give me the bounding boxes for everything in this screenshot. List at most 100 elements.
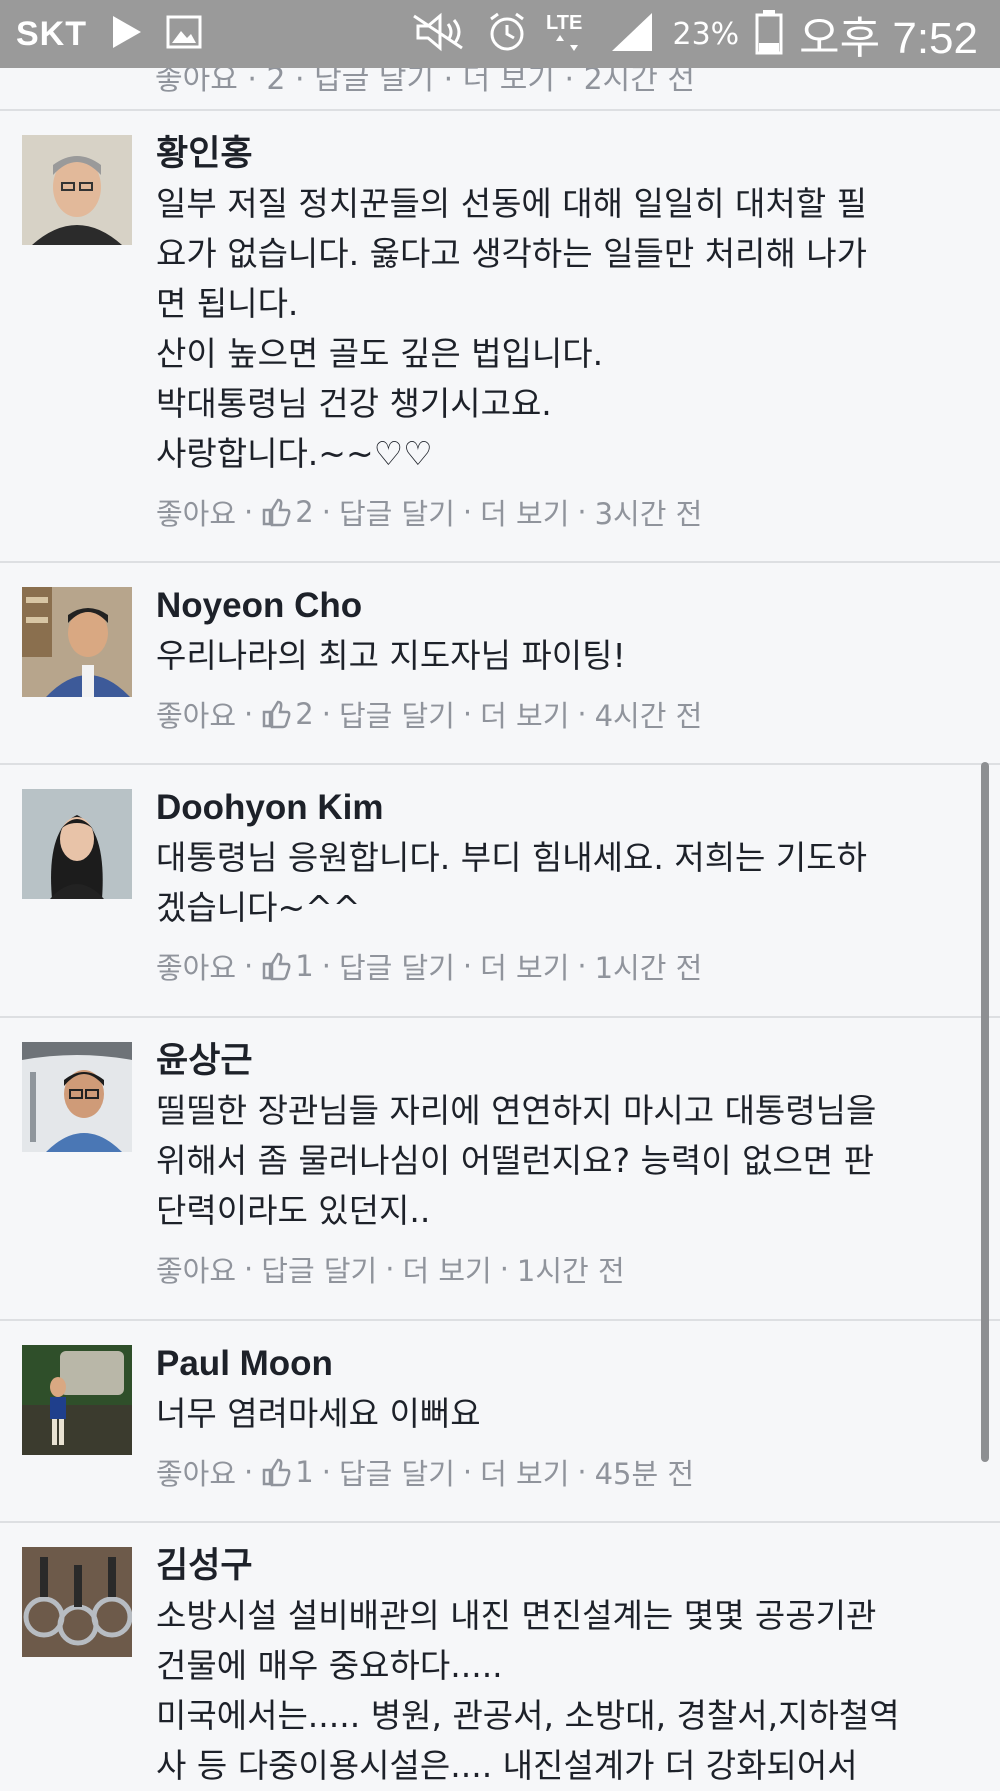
battery-percent: 23% xyxy=(672,16,740,52)
battery-icon xyxy=(755,9,783,59)
separator: · xyxy=(321,1455,331,1489)
like-count[interactable]: 2 xyxy=(261,697,314,731)
comment-text: 소방시설 설비배관의 내진 면진설계는 몇몇 공공기관 건물에 매우 중요하다.… xyxy=(156,1591,976,1791)
scrollbar[interactable] xyxy=(981,762,989,1462)
comment-text-line: 미국에서는..... 병원, 관공서, 소방대, 경찰서,지하철역 xyxy=(156,1696,900,1735)
comment-time[interactable]: 1시간 전 xyxy=(595,945,703,987)
comment-text: 일부 저질 정치꾼들의 선동에 대해 일일히 대처할 필 요가 없습니다. 옳다… xyxy=(156,179,976,479)
comment-text-line: 겠습니다~^^ xyxy=(156,888,361,927)
separator: · xyxy=(462,697,473,731)
like-button[interactable]: 좋아요 xyxy=(156,491,236,533)
lte-icon: LTE xyxy=(544,9,594,59)
clock: 오후 7:52 xyxy=(799,14,978,63)
comment-text-line: 사랑합니다.~~♡♡ xyxy=(156,434,433,473)
like-count[interactable]: 2 xyxy=(261,495,314,529)
comment-item: 윤상근 띨띨한 장관님들 자리에 연연하지 마시고 대통령님을 위해서 좀 물러… xyxy=(0,1018,1000,1321)
comment-time[interactable]: 3시간 전 xyxy=(595,491,703,533)
more-button[interactable]: 더 보기 xyxy=(480,491,569,533)
comment-author[interactable]: 윤상근 xyxy=(156,1036,976,1086)
status-bar: SKT LTE 23% 오후 7:52 xyxy=(0,0,1000,68)
like-count[interactable]: 1 xyxy=(261,1455,314,1489)
like-button[interactable]: 좋아요 xyxy=(156,693,236,735)
reply-button[interactable]: 답글 달기 xyxy=(339,693,455,735)
signal-icon xyxy=(610,11,656,57)
comment-item: Noyeon Cho 우리나라의 최고 지도자님 파이팅! 좋아요 · 2 · 답글… xyxy=(0,563,1000,765)
reply-button[interactable]: 답글 달기 xyxy=(261,1248,377,1290)
like-count-value: 1 xyxy=(295,1455,314,1489)
separator: · xyxy=(244,495,254,529)
comment-text: 너무 염려마세요 이뻐요 xyxy=(156,1389,976,1439)
like-button[interactable]: 좋아요 xyxy=(156,1451,236,1493)
comment-time[interactable]: 45분 전 xyxy=(595,1451,694,1493)
comment-actions: 좋아요 · 1 · 답글 달기 · 더 보기 · 45분 전 xyxy=(156,1451,976,1493)
thumbs-up-icon xyxy=(263,1458,291,1487)
comment-author[interactable]: 황인홍 xyxy=(156,129,976,179)
comment-item: 김성구 소방시설 설비배관의 내진 면진설계는 몇몇 공공기관 건물에 매우 중… xyxy=(0,1523,1000,1785)
avatar[interactable] xyxy=(22,1345,132,1455)
comment-text: 우리나라의 최고 지도자님 파이팅! xyxy=(156,631,976,681)
comment-item: Doohyon Kim 대통령님 응원합니다. 부디 힘내세요. 저희는 기도하… xyxy=(0,765,1000,1018)
separator: · xyxy=(462,1455,473,1489)
thumbs-up-icon xyxy=(263,952,291,981)
separator: · xyxy=(462,495,473,529)
comment-author[interactable]: Noyeon Cho xyxy=(156,581,976,631)
network-label: LTE xyxy=(546,12,582,34)
comment-text: 띨띨한 장관님들 자리에 연연하지 마시고 대통령님을 위해서 좀 물러나심이 … xyxy=(156,1086,976,1236)
separator: · xyxy=(244,697,254,731)
comment-author[interactable]: Doohyon Kim xyxy=(156,783,976,833)
comment-text-line: 대통령님 응원합니다. 부디 힘내세요. 저희는 기도하 xyxy=(156,838,867,877)
comment-text-line: 건물에 매우 중요하다..... xyxy=(156,1646,503,1685)
separator: · xyxy=(462,949,473,983)
separator: · xyxy=(321,949,331,983)
mute-icon xyxy=(410,12,470,56)
separator: · xyxy=(577,495,587,529)
comment-text-line: 단력이라도 있던지.. xyxy=(156,1191,431,1230)
comment-item: Paul Moon 너무 염려마세요 이뻐요 좋아요 · 1 · 답글 달기 · 더 … xyxy=(0,1321,1000,1523)
comment-actions: 좋아요 · 2 · 답글 달기 · 더 보기 · 4시간 전 xyxy=(156,693,976,735)
comment-actions: 좋아요 · 답글 달기 · 더 보기 · 1시간 전 xyxy=(156,1248,976,1290)
comment-text-line: 요가 없습니다. 옳다고 생각하는 일들만 처리해 나가 xyxy=(156,234,867,273)
comment-time[interactable]: 1시간 전 xyxy=(517,1248,625,1290)
comment-text: 대통령님 응원합니다. 부디 힘내세요. 저희는 기도하 겠습니다~^^ xyxy=(156,833,976,933)
like-button[interactable]: 좋아요 xyxy=(156,945,236,987)
separator: · xyxy=(385,1252,395,1286)
more-button[interactable]: 더 보기 xyxy=(480,945,569,987)
comment-text-line: 너무 염려마세요 이뻐요 xyxy=(156,1394,481,1433)
comment-author[interactable]: Paul Moon xyxy=(156,1339,976,1389)
reply-button[interactable]: 답글 달기 xyxy=(339,491,455,533)
separator: · xyxy=(244,1252,254,1286)
avatar[interactable] xyxy=(22,135,132,245)
comment-text-line: 면 됩니다. xyxy=(156,284,299,323)
separator: · xyxy=(321,697,331,731)
more-button[interactable]: 더 보기 xyxy=(480,1451,569,1493)
alarm-icon xyxy=(486,11,528,57)
comment-text-line: 박대통령님 건강 챙기시고요. xyxy=(156,384,552,423)
avatar[interactable] xyxy=(22,587,132,697)
reply-button[interactable]: 답글 달기 xyxy=(339,945,455,987)
like-button[interactable]: 좋아요 xyxy=(156,1248,236,1290)
more-button[interactable]: 더 보기 xyxy=(402,1248,491,1290)
comment-time[interactable]: 4시간 전 xyxy=(595,693,703,735)
like-count[interactable]: 1 xyxy=(261,949,314,983)
comment-author[interactable]: 김성구 xyxy=(156,1541,976,1591)
like-count-value: 1 xyxy=(295,949,314,983)
comment-actions: 좋아요 · 2 · 답글 달기 · 더 보기 · 3시간 전 xyxy=(156,491,976,533)
separator: · xyxy=(577,1455,587,1489)
separator: · xyxy=(244,949,254,983)
thumbs-up-icon xyxy=(263,700,291,729)
comment-text-line: 산이 높으면 골도 깊은 법입니다. xyxy=(156,334,604,373)
comment-text-line: 띨띨한 장관님들 자리에 연연하지 마시고 대통령님을 xyxy=(156,1091,877,1130)
comment-text-line: 소방시설 설비배관의 내진 면진설계는 몇몇 공공기관 xyxy=(156,1596,877,1635)
like-count-value: 2 xyxy=(295,697,314,731)
avatar[interactable] xyxy=(22,1547,132,1657)
thumbs-up-icon xyxy=(263,498,291,527)
separator: · xyxy=(577,949,587,983)
avatar[interactable] xyxy=(22,1042,132,1152)
more-button[interactable]: 더 보기 xyxy=(480,693,569,735)
comment-item: 황인홍 일부 저질 정치꾼들의 선동에 대해 일일히 대처할 필 요가 없습니다… xyxy=(0,111,1000,563)
carrier-label: SKT xyxy=(16,14,87,53)
comment-text-line: 우리나라의 최고 지도자님 파이팅! xyxy=(156,636,626,675)
separator: · xyxy=(244,1455,254,1489)
reply-button[interactable]: 답글 달기 xyxy=(339,1451,455,1493)
avatar[interactable] xyxy=(22,789,132,899)
